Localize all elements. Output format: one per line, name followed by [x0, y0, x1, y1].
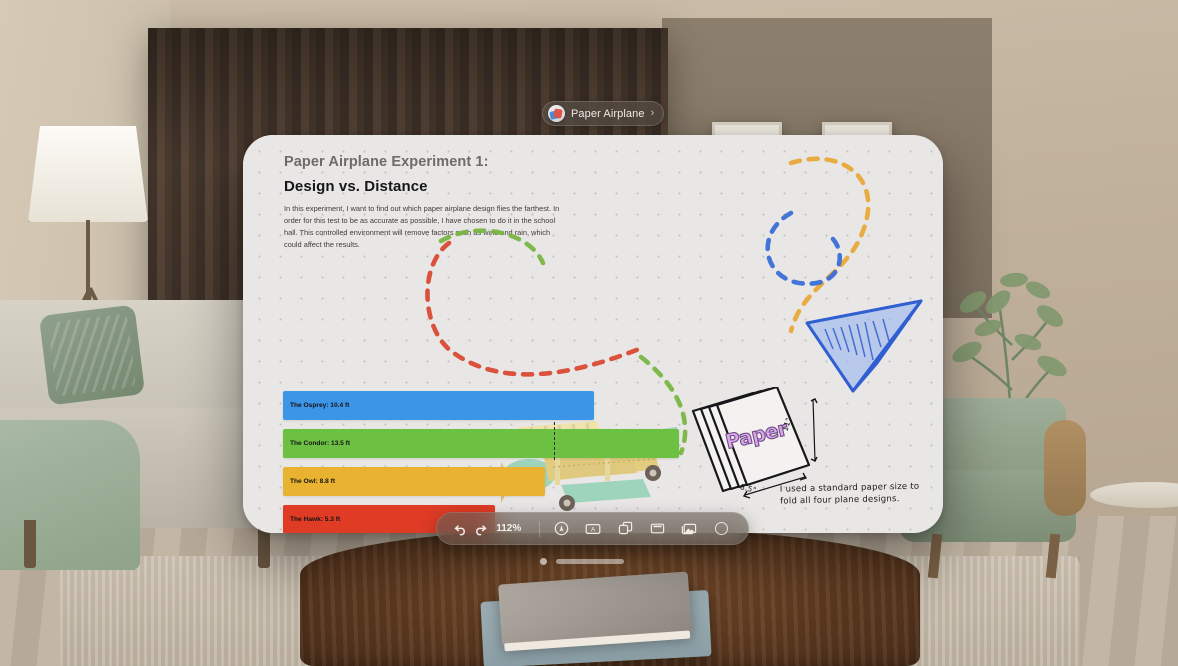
media-tool-button[interactable] [676, 517, 702, 541]
redo-button[interactable] [471, 517, 491, 541]
undo-button[interactable] [451, 517, 471, 541]
resize-bar-icon[interactable] [556, 559, 624, 564]
text-box-tool-button[interactable]: A [580, 517, 606, 541]
sketch-plane-blue [805, 299, 923, 393]
toolbar-divider [539, 520, 540, 537]
bar-label-condor: The Condor: 13.5 ft [290, 440, 351, 447]
floor-lamp-shade [28, 126, 148, 222]
bar-owl[interactable]: The Owl: 8.8 ft [283, 467, 545, 496]
sofa-pillow [38, 304, 146, 406]
document-toolbar[interactable]: 112% A [436, 512, 749, 545]
bar-condor[interactable]: The Condor: 13.5 ft [283, 429, 679, 458]
armchair-arm [1044, 420, 1086, 516]
paper-airplane-app-icon [548, 105, 565, 122]
window-resize-handle[interactable] [540, 558, 624, 565]
sofa-leg [24, 520, 36, 568]
sticky-note-tool-button[interactable] [644, 517, 670, 541]
resize-dot-icon[interactable] [540, 558, 547, 565]
table-row[interactable]: The Osprey: 10.4 ft [283, 391, 613, 420]
bar-label-hawk: The Hawk: 5.3 ft [290, 516, 341, 523]
sketch-plane-yellow [939, 301, 943, 391]
table-row[interactable]: The Condor: 13.5 ft [283, 429, 679, 458]
handwritten-note-paper-size: I used a standard paper size to fold all… [779, 481, 920, 508]
toolbar-tool-group: A [548, 517, 734, 541]
window-title-label: Paper Airplane [571, 107, 645, 120]
zoom-level-label[interactable]: 112% [490, 523, 531, 534]
bar-label-osprey: The Osprey: 10.4 ft [290, 402, 350, 409]
book-upper [498, 571, 692, 652]
document-canvas[interactable]: Paper Airplane Experiment 1: Design vs. … [243, 135, 943, 533]
bar-osprey[interactable]: The Osprey: 10.4 ft [283, 391, 594, 420]
bar-label-owl: The Owl: 8.8 ft [290, 478, 336, 485]
table-row[interactable]: The Owl: 8.8 ft [283, 467, 613, 496]
vr-room-scene: Paper Airplane › Paper Airplane Experime… [0, 0, 1178, 666]
shapes-tool-button[interactable] [612, 517, 638, 541]
chevron-right-icon[interactable]: › [651, 108, 655, 119]
pillow-texture [47, 313, 137, 397]
window-title-bar[interactable]: Paper Airplane › [542, 101, 665, 126]
document-window[interactable]: Paper Airplane Experiment 1: Design vs. … [243, 135, 943, 533]
color-swatch-tool-button[interactable] [708, 517, 734, 541]
measurement-dashed-line [554, 422, 555, 460]
markup-pen-tool-button[interactable] [548, 517, 574, 541]
sofa-blanket [0, 420, 140, 570]
svg-text:A: A [591, 526, 596, 533]
color-circle-icon [714, 522, 728, 535]
